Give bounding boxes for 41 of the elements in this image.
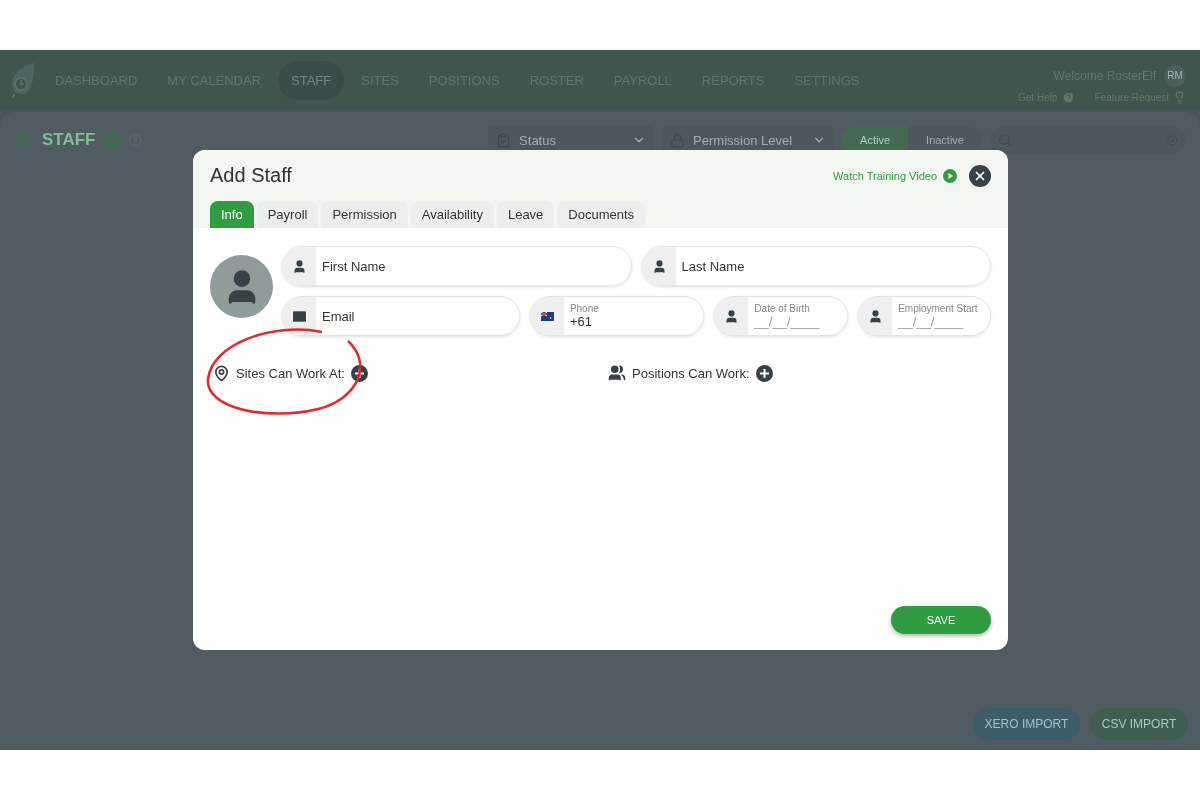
- page-title: STAFF: [42, 130, 96, 150]
- person-icon: [868, 308, 884, 324]
- user-avatar[interactable]: RM: [1164, 64, 1186, 87]
- text-input[interactable]: Email: [322, 308, 513, 324]
- text-input[interactable]: Last Name: [681, 258, 984, 274]
- section-label: Positions Can Work:: [632, 365, 750, 381]
- status-toggle[interactable]: Active: [842, 127, 909, 153]
- person-icon: [724, 308, 740, 324]
- add-button[interactable]: [755, 364, 773, 382]
- dialog-tab[interactable]: Documents: [557, 201, 646, 228]
- dialog-tab[interactable]: Permission: [321, 201, 408, 228]
- field-label: Phone: [569, 303, 600, 314]
- status-toggle[interactable]: Inactive: [908, 127, 982, 153]
- plus-icon: [759, 368, 769, 378]
- dialog-tab[interactable]: Info: [210, 201, 254, 228]
- location-pin-icon: [213, 364, 230, 382]
- search-field[interactable]: [990, 126, 1186, 154]
- dialog-tab[interactable]: Payroll: [256, 201, 319, 228]
- dialog-tab[interactable]: Availability: [410, 201, 494, 228]
- play-icon: [943, 168, 957, 183]
- nav-link[interactable]: STAFF: [278, 60, 345, 100]
- text-input[interactable]: +61: [569, 314, 698, 329]
- dialog-tab[interactable]: Leave: [496, 201, 555, 228]
- field-label: Employment Start: [898, 303, 979, 314]
- import-button[interactable]: CSV IMPORT: [1090, 708, 1188, 740]
- close-button[interactable]: [969, 164, 991, 187]
- training-video-link[interactable]: Watch Training Video: [833, 168, 957, 183]
- text-input[interactable]: First Name: [322, 258, 625, 274]
- flag-icon: [540, 311, 554, 321]
- group-icon: [608, 364, 626, 382]
- import-button[interactable]: XERO IMPORT: [973, 708, 1080, 740]
- field-label: Date of Birth: [754, 303, 811, 314]
- person-icon: [292, 258, 307, 274]
- save-button[interactable]: SAVE: [891, 606, 991, 634]
- help-icon: [1061, 90, 1075, 104]
- person-icon: [651, 258, 667, 274]
- lightbulb-icon: [1173, 90, 1186, 104]
- dialog-title: Add Staff: [210, 164, 292, 187]
- text-input[interactable]: __/__/____: [898, 314, 984, 329]
- section-label: Sites Can Work At:: [236, 365, 345, 381]
- text-input[interactable]: __/__/____: [754, 314, 842, 329]
